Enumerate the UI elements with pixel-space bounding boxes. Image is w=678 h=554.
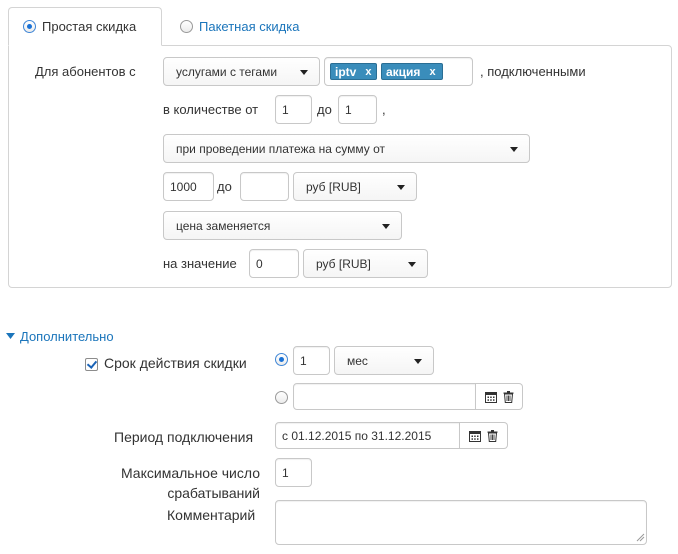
caret-down-icon (300, 69, 308, 75)
max-uses-value: 1 (282, 465, 289, 480)
amount-currency-value: руб [RUB] (306, 179, 361, 194)
tag-iptv-remove-icon[interactable]: x (365, 66, 371, 78)
amount-from-input[interactable]: 1000 (163, 172, 214, 201)
price-mode-value: цена заменяется (176, 218, 271, 233)
tag-iptv-label: iptv (335, 64, 357, 79)
additional-toggle[interactable]: Дополнительно (6, 327, 136, 345)
price-mode-select[interactable]: цена заменяется (163, 211, 402, 240)
amount-to-label: до (217, 179, 232, 194)
calendar-icon[interactable] (484, 391, 497, 403)
caret-down-icon (408, 261, 416, 267)
validity-checkbox[interactable] (85, 358, 98, 371)
validity-daterange-input[interactable] (293, 383, 476, 410)
validity-daterange-actions (476, 383, 523, 410)
period-value: с 01.12.2015 по 31.12.2015 (282, 428, 432, 443)
tag-akciya-label: акция (386, 64, 421, 79)
quantity-from-input[interactable]: 1 (275, 95, 312, 124)
validity-unit-value: мес (347, 353, 368, 368)
amount-currency-select[interactable]: руб [RUB] (293, 172, 417, 201)
tag-iptv: iptv x (330, 63, 377, 80)
caret-down-icon (414, 358, 422, 364)
max-uses-label-line2: срабатываний (167, 485, 260, 501)
payment-condition-select[interactable]: при проведении платежа на сумму от (163, 134, 530, 163)
amount-from-value: 1000 (170, 179, 197, 194)
amount-to-input[interactable] (240, 172, 289, 201)
max-uses-input[interactable]: 1 (275, 458, 312, 487)
period-label: Период подключения (114, 429, 254, 445)
calendar-icon[interactable] (469, 430, 481, 442)
quantity-comma: , (382, 102, 386, 117)
validity-duration-radio[interactable] (275, 353, 288, 366)
validity-unit-select[interactable]: мес (334, 346, 434, 375)
additional-toggle-label: Дополнительно (20, 328, 114, 344)
comment-label: Комментарий (167, 507, 256, 523)
comment-textarea[interactable] (275, 500, 647, 545)
period-actions (460, 422, 508, 449)
caret-down-icon (510, 146, 518, 152)
quantity-to-value: 1 (345, 102, 352, 117)
value-input[interactable]: 0 (249, 249, 299, 278)
period-input[interactable]: с 01.12.2015 по 31.12.2015 (275, 422, 460, 449)
quantity-from-label: в количестве от (163, 102, 259, 117)
quantity-to-label: до (317, 102, 332, 117)
resize-grip-icon[interactable] (636, 533, 645, 542)
services-select[interactable]: услугами с тегами (163, 57, 320, 86)
quantity-to-input[interactable]: 1 (338, 95, 377, 124)
validity-amount-value: 1 (300, 353, 307, 368)
payment-condition-value: при проведении платежа на сумму от (176, 141, 385, 156)
quantity-from-value: 1 (282, 102, 289, 117)
tag-akciya-remove-icon[interactable]: x (429, 66, 435, 78)
tag-akciya: акция x (381, 63, 443, 80)
value-currency-value: руб [RUB] (316, 256, 371, 271)
validity-label: Срок действия скидки (104, 355, 247, 371)
connected-suffix: , подключенными (480, 64, 586, 79)
validity-daterange-radio[interactable] (275, 391, 288, 404)
for-subscribers-label: Для абонентов с (35, 64, 136, 79)
services-select-value: услугами с тегами (176, 64, 278, 79)
validity-amount-input[interactable]: 1 (293, 346, 330, 375)
caret-down-icon (397, 184, 405, 190)
trash-icon[interactable] (503, 390, 514, 403)
trash-icon[interactable] (487, 429, 498, 442)
max-uses-label-line1: Максимальное число (120, 465, 260, 481)
triangle-down-icon (6, 333, 15, 339)
max-uses-label: Максимальное число срабатываний (100, 463, 260, 503)
value-label: на значение (163, 256, 237, 271)
value-value: 0 (256, 256, 263, 271)
caret-down-icon (382, 223, 390, 229)
value-currency-select[interactable]: руб [RUB] (303, 249, 428, 278)
